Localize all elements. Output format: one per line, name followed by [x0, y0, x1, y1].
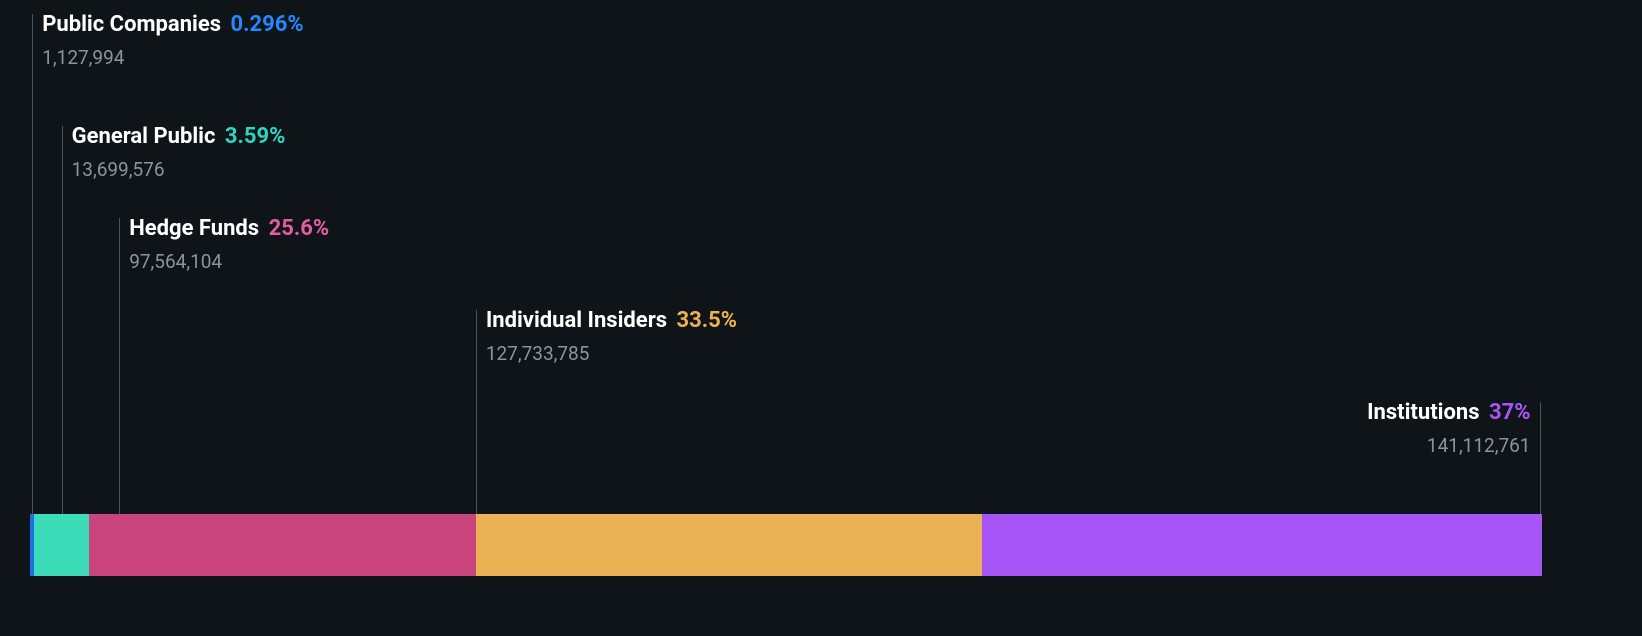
category-name: Public Companies: [42, 12, 221, 37]
category-pct: 37%: [1489, 400, 1531, 425]
category-value: 97,564,104: [129, 250, 329, 273]
category-pct: 3.59%: [225, 124, 286, 149]
category-name: Individual Insiders: [486, 308, 667, 333]
ownership-label-institutions: Institutions 37% 141,112,761: [1367, 398, 1530, 457]
ownership-label-general-public: General Public 3.59% 13,699,576: [72, 122, 286, 181]
ownership-label-individual-insiders: Individual Insiders 33.5% 127,733,785: [486, 306, 737, 365]
leader-line: [476, 310, 477, 514]
ownership-label-public-companies: Public Companies 0.296% 1,127,994: [42, 10, 303, 69]
category-value: 13,699,576: [72, 158, 286, 181]
bar-segment-institutions: [982, 514, 1542, 576]
leader-line: [62, 126, 63, 514]
category-pct: 25.6%: [269, 216, 330, 241]
leader-line: [32, 14, 33, 514]
category-value: 127,733,785: [486, 342, 737, 365]
category-name: General Public: [72, 124, 216, 149]
category-value: 141,112,761: [1367, 434, 1530, 457]
category-name: Institutions: [1367, 400, 1479, 425]
category-pct: 0.296%: [231, 12, 304, 37]
category-value: 1,127,994: [42, 46, 303, 69]
ownership-chart: Public Companies 0.296% 1,127,994 Genera…: [30, 0, 1542, 636]
bar-segment-general-public: [34, 514, 88, 576]
category-name: Hedge Funds: [129, 216, 259, 241]
bar-segment-individual-insiders: [476, 514, 983, 576]
leader-line: [119, 218, 120, 514]
ownership-label-hedge-funds: Hedge Funds 25.6% 97,564,104: [129, 214, 329, 273]
ownership-bar: [30, 514, 1542, 576]
leader-line: [1540, 402, 1541, 514]
category-pct: 33.5%: [677, 308, 738, 333]
bar-segment-hedge-funds: [89, 514, 476, 576]
